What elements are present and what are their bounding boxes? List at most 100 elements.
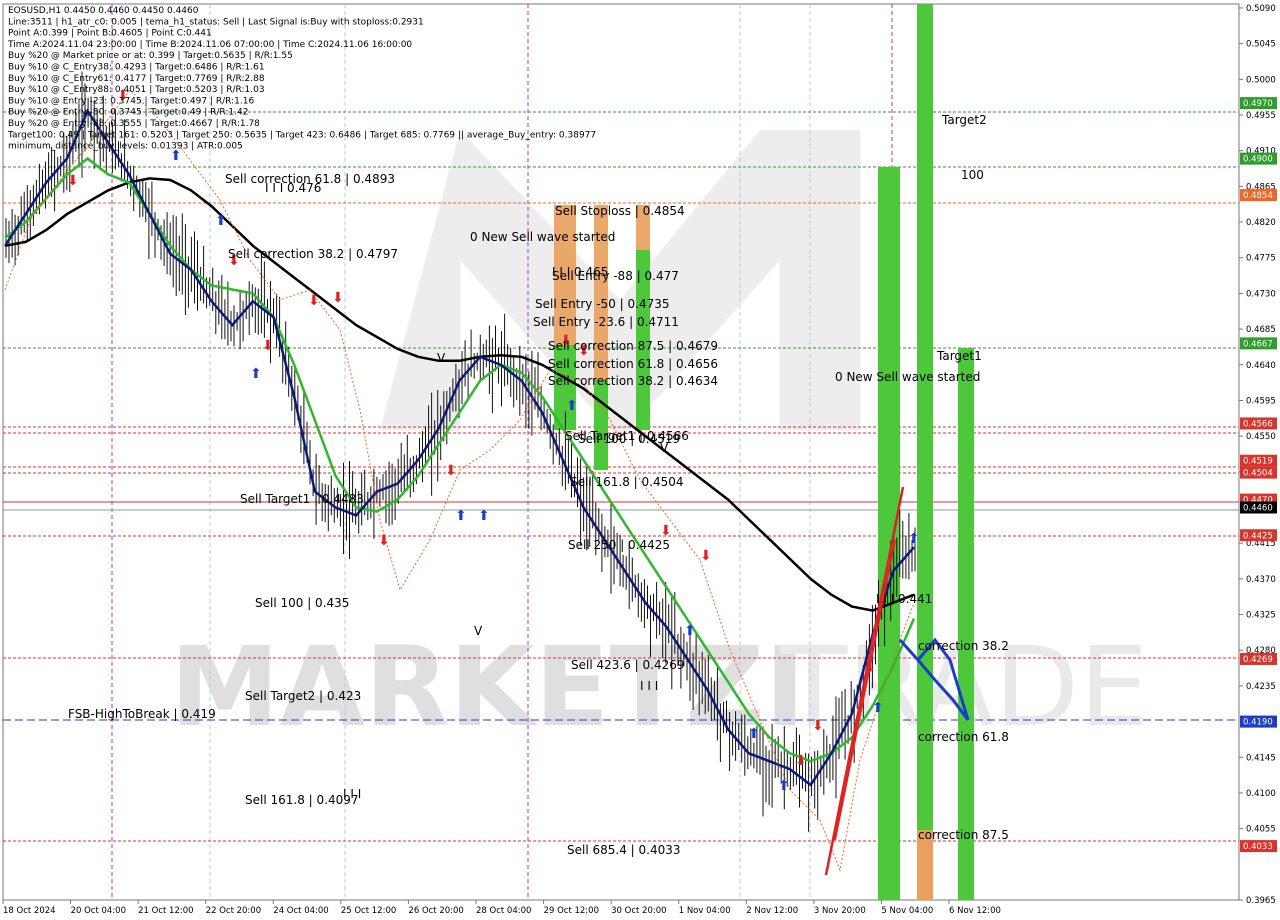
price-tag-label: 0.4033 [1243, 842, 1273, 852]
price-tick-label: 0.4595 [1246, 396, 1276, 406]
time-tick-label: 2 Nov 12:00 [746, 906, 798, 916]
time-tick-label: 22 Oct 20:00 [206, 906, 261, 916]
annotation: V [660, 441, 669, 455]
annotation: Sell Target1 | 0.4483 [240, 492, 364, 506]
price-tag-label: 0.4970 [1243, 99, 1273, 109]
time-tick-label: 3 Nov 20:00 [814, 906, 866, 916]
price-tag-label: 0.4504 [1243, 469, 1273, 479]
price-tick-label: 0.4820 [1246, 218, 1276, 228]
price-tick-label: 0.4955 [1246, 111, 1276, 121]
buy-arrow-icon: ⬆ [478, 507, 490, 523]
annotation: Sell 250 | 0.4425 [568, 538, 670, 552]
sell-arrow-icon: ⬇ [795, 752, 807, 768]
sell-arrow-icon: ⬇ [308, 292, 320, 308]
sell-arrow-icon: ⬇ [67, 172, 79, 188]
header-line: Target100: 0.49 | Target 161: 0.5203 | T… [7, 130, 596, 140]
header-line: Buy %20 @ Entry -50: 0.3745 | Target:0.4… [8, 108, 248, 118]
header-line: minimum_distance_buy_levels: 0.01393 | A… [8, 142, 243, 152]
time-tick-label: 26 Oct 20:00 [408, 906, 463, 916]
buy-zone [958, 348, 974, 900]
annotation: Target1 [936, 349, 982, 363]
buy-arrow-icon: ⬆ [872, 699, 884, 715]
header-line: Buy %10 @ C_Entry38: 0.4293 | Target:0.6… [8, 63, 265, 73]
buy-zone [878, 167, 900, 900]
time-tick-label: 30 Oct 20:00 [611, 906, 666, 916]
price-tick-label: 0.4235 [1246, 682, 1276, 692]
time-tick-label: 20 Oct 04:00 [71, 906, 126, 916]
price-tag-label: 0.4269 [1243, 655, 1273, 665]
time-tick-label: 25 Oct 12:00 [341, 906, 396, 916]
price-tick-label: 0.4685 [1246, 325, 1276, 335]
annotation: Sell correction 87.5 | 0.4679 [548, 339, 718, 353]
time-tick-label: 28 Oct 04:00 [476, 906, 531, 916]
price-tick-label: 0.4145 [1246, 753, 1276, 763]
annotation: I I I [640, 679, 658, 693]
price-tick-label: 0.4370 [1246, 575, 1276, 585]
price-tick-label: 0.4100 [1246, 789, 1276, 799]
header-line: Time A:2024.11.04 23:00:00 | Time B:2024… [7, 40, 412, 50]
annotation: Sell 100 | 0.435 [255, 596, 349, 610]
price-tag-label: 0.4900 [1243, 155, 1273, 165]
annotation: 0 New Sell wave started [470, 230, 615, 244]
time-tick-label: 6 Nov 12:00 [949, 906, 1001, 916]
header-line: Buy %10 @ C_Entry61: 0.4177 | Target:0.7… [8, 74, 265, 84]
price-tick-label: 0.5045 [1246, 40, 1276, 50]
price-chart[interactable]: MARKETZI TRADE [0, 0, 1280, 920]
annotation: Sell 685.4 | 0.4033 [567, 843, 681, 857]
sell-arrow-icon: ⬇ [812, 717, 824, 733]
annotation: correction 38.2 [918, 639, 1009, 653]
price-tick-label: 0.4775 [1246, 254, 1276, 264]
time-tick-label: 29 Oct 12:00 [544, 906, 599, 916]
annotation: I I I [343, 787, 361, 801]
annotation: I I I 0.441 [876, 592, 932, 606]
price-tick-label: 0.3965 [1246, 896, 1276, 906]
price-tick-label: 0.5090 [1246, 4, 1276, 14]
annotation: Sell correction 38.2 | 0.4634 [548, 374, 718, 388]
price-tag-label: 0.4854 [1243, 191, 1273, 201]
buy-arrow-icon: ⬆ [684, 622, 696, 638]
annotation: Sell Entry -23.6 | 0.4711 [533, 315, 679, 329]
price-tick-label: 0.4325 [1246, 611, 1276, 621]
watermark-left: MARKETZI [170, 623, 805, 751]
price-tag-label: 0.4460 [1243, 504, 1273, 514]
time-tick-label: 18 Oct 2024 [3, 906, 56, 916]
header-line: EOSUSD,H1 0.4450 0.4460 0.4450 0.4460 [8, 6, 199, 16]
header-line: Line:3511 | h1_atr_c0: 0.005 | tema_h1_s… [8, 17, 424, 27]
buy-arrow-icon: ⬆ [748, 725, 760, 741]
buy-arrow-icon: ⬆ [778, 777, 790, 793]
annotation: FSB-HighToBreak | 0.419 [68, 707, 216, 721]
sell-arrow-icon: ⬇ [332, 289, 344, 305]
buy-arrow-icon: ⬆ [908, 530, 920, 546]
price-tick-label: 0.4055 [1246, 825, 1276, 835]
annotation: Sell Stoploss | 0.4854 [555, 204, 685, 218]
buy-arrow-icon: ⬆ [566, 397, 578, 413]
price-tag-label: 0.4190 [1243, 718, 1273, 728]
sell-entry-zone [594, 380, 608, 470]
annotation: Sell 161.8 | 0.4504 [570, 475, 684, 489]
annotation: correction 87.5 [918, 828, 1009, 842]
price-tick-label: 0.4550 [1246, 432, 1276, 442]
sell-arrow-icon: ⬇ [864, 659, 876, 675]
annotation: Sell Target2 | 0.423 [245, 689, 361, 703]
annotation: Sell Entry -88 | 0.477 [552, 269, 679, 283]
header-line: Buy %20 @ Entry -88: 0.3555 | Target:0.4… [8, 119, 260, 129]
annotation: Sell correction 61.8 | 0.4656 [548, 357, 718, 371]
annotation: Sell correction 38.2 | 0.4797 [228, 247, 398, 261]
annotation: Sell Entry -50 | 0.4735 [535, 297, 669, 311]
buy-arrow-icon: ⬆ [250, 365, 262, 381]
time-tick-label: 5 Nov 04:00 [881, 906, 933, 916]
annotation: Sell 423.6 | 0.4269 [571, 658, 685, 672]
annotation: 100 [961, 168, 984, 182]
buy-arrow-icon: ⬆ [455, 507, 467, 523]
buy-arrow-icon: ⬆ [215, 212, 227, 228]
annotation: I I I 0.476 [265, 181, 321, 195]
header-line: Buy %20 @ Market price or at: 0.399 | Ta… [8, 51, 293, 61]
annotation: Target2 [941, 113, 987, 127]
annotation: correction 61.8 [918, 730, 1009, 744]
price-tag-label: 0.4425 [1243, 531, 1273, 541]
price-tick-label: 0.4640 [1246, 361, 1276, 371]
sell-arrow-icon: ⬇ [262, 337, 274, 353]
price-tick-label: 0.5000 [1246, 75, 1276, 85]
price-tag-label: 0.4566 [1243, 419, 1273, 429]
header-line: Buy %10 @ C_Entry88: 0.4051 | Target:0.5… [8, 85, 265, 95]
